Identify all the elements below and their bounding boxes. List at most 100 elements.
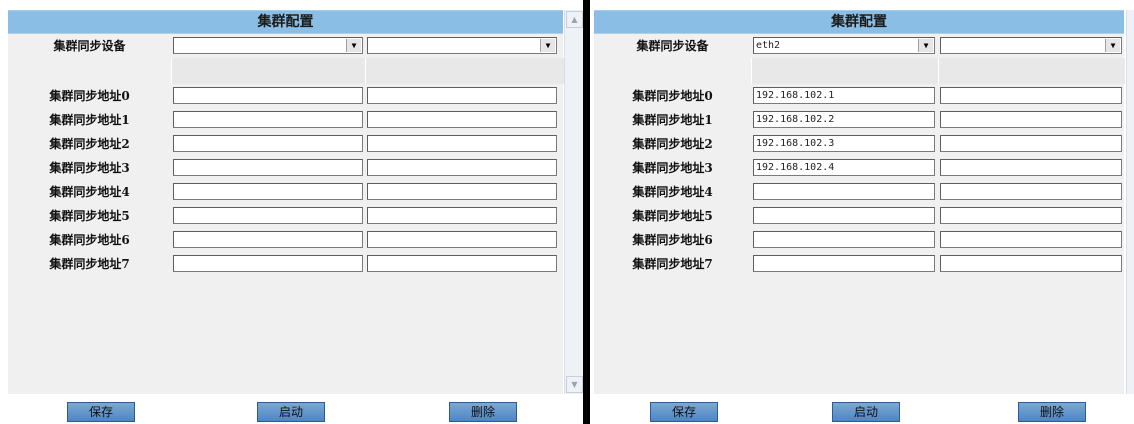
button-bar: 保存 启动 删除 <box>0 402 583 422</box>
chevron-down-icon[interactable]: ▼ <box>1105 39 1120 52</box>
sync-address-input-4-a[interactable] <box>753 183 935 200</box>
sync-address-input-0-b[interactable] <box>367 87 557 104</box>
chevron-down-icon[interactable]: ▼ <box>918 39 933 52</box>
sync-address-input-7-a[interactable] <box>173 255 363 272</box>
sync-address-input-4-b[interactable] <box>367 183 557 200</box>
sync-device-row: 集群同步设备 ▼ ▼ <box>8 34 563 58</box>
sync-address-input-1-a[interactable] <box>173 111 363 128</box>
scroll-up-icon[interactable]: ▲ <box>566 11 583 28</box>
sync-address-label: 集群同步地址0 <box>49 89 130 103</box>
sync-address-input-0-a[interactable]: 192.168.102.1 <box>753 87 935 104</box>
vertical-scrollbar[interactable]: ▲ ▼ <box>564 10 583 394</box>
sync-address-input-2-b[interactable] <box>940 135 1122 152</box>
sync-address-input-7-b[interactable] <box>367 255 557 272</box>
cluster-config-form: 集群配置 集群同步设备 eth2 ▼ ▼ 集群同步地址0 192.168.102… <box>594 10 1125 394</box>
sync-address-label: 集群同步地址3 <box>632 161 713 175</box>
sync-address-row-0: 集群同步地址0 <box>8 84 563 108</box>
button-bar: 保存 启动 删除 <box>590 402 1134 422</box>
sync-address-label: 集群同步地址5 <box>632 209 713 223</box>
sync-address-input-0-a[interactable] <box>173 87 363 104</box>
panel-title: 集群配置 <box>8 10 563 34</box>
sync-address-input-1-a[interactable]: 192.168.102.2 <box>753 111 935 128</box>
chevron-down-icon[interactable]: ▼ <box>346 39 361 52</box>
sync-address-row-1: 集群同步地址1 <box>8 108 563 132</box>
sync-address-input-1-b[interactable] <box>940 111 1122 128</box>
chevron-down-icon[interactable]: ▼ <box>540 39 555 52</box>
sync-address-input-4-a[interactable] <box>173 183 363 200</box>
sync-address-input-3-b[interactable] <box>367 159 557 176</box>
sync-address-label: 集群同步地址5 <box>49 209 130 223</box>
cluster-config-form: 集群配置 集群同步设备 ▼ ▼ 集群同步地址0 集群同步地址1 集群同步地址2 … <box>8 10 564 394</box>
sync-address-input-3-b[interactable] <box>940 159 1122 176</box>
sync-address-label: 集群同步地址2 <box>49 137 130 151</box>
save-button[interactable]: 保存 <box>67 402 135 422</box>
sync-address-row-6: 集群同步地址6 <box>8 228 563 252</box>
spacer-row <box>594 58 1125 84</box>
sync-address-input-5-b[interactable] <box>367 207 557 224</box>
sync-address-row-0: 集群同步地址0 192.168.102.1 <box>594 84 1124 108</box>
sync-address-label: 集群同步地址0 <box>632 89 713 103</box>
sync-address-input-7-a[interactable] <box>753 255 935 272</box>
sync-address-label: 集群同步地址7 <box>632 257 713 271</box>
spacer-cell <box>938 58 1125 84</box>
cluster-config-panel-left: 集群配置 集群同步设备 ▼ ▼ 集群同步地址0 集群同步地址1 集群同步地址2 … <box>0 0 583 424</box>
panel-title: 集群配置 <box>594 10 1124 34</box>
sync-address-input-5-a[interactable] <box>173 207 363 224</box>
sync-device-row: 集群同步设备 eth2 ▼ ▼ <box>594 34 1124 58</box>
spacer-cell <box>171 58 365 84</box>
sync-address-row-5: 集群同步地址5 <box>8 204 563 228</box>
sync-device-select-2[interactable]: ▼ <box>367 37 557 54</box>
sync-address-input-4-b[interactable] <box>940 183 1122 200</box>
start-button[interactable]: 启动 <box>257 402 325 422</box>
sync-address-row-3: 集群同步地址3 <box>8 156 563 180</box>
sync-device-label: 集群同步设备 <box>636 39 709 53</box>
sync-address-label: 集群同步地址6 <box>49 233 130 247</box>
start-button[interactable]: 启动 <box>832 402 900 422</box>
sync-address-input-6-b[interactable] <box>940 231 1122 248</box>
spacer-cell <box>365 58 564 84</box>
sync-address-row-1: 集群同步地址1 192.168.102.2 <box>594 108 1124 132</box>
scroll-down-icon[interactable]: ▼ <box>566 376 583 393</box>
sync-device-select-2[interactable]: ▼ <box>940 37 1122 54</box>
sync-address-input-3-a[interactable] <box>173 159 363 176</box>
sync-address-input-3-a[interactable]: 192.168.102.4 <box>753 159 935 176</box>
sync-address-row-5: 集群同步地址5 <box>594 204 1124 228</box>
sync-address-label: 集群同步地址7 <box>49 257 130 271</box>
sync-address-input-2-b[interactable] <box>367 135 557 152</box>
sync-address-row-6: 集群同步地址6 <box>594 228 1124 252</box>
sync-device-label: 集群同步设备 <box>53 39 126 53</box>
delete-button[interactable]: 删除 <box>1018 402 1086 422</box>
sync-address-row-3: 集群同步地址3 192.168.102.4 <box>594 156 1124 180</box>
save-button[interactable]: 保存 <box>650 402 718 422</box>
sync-address-label: 集群同步地址1 <box>49 113 130 127</box>
sync-address-row-2: 集群同步地址2 <box>8 132 563 156</box>
sync-device-select-1[interactable]: eth2 ▼ <box>753 37 935 54</box>
sync-address-row-2: 集群同步地址2 192.168.102.3 <box>594 132 1124 156</box>
sync-address-input-5-a[interactable] <box>753 207 935 224</box>
sync-address-row-4: 集群同步地址4 <box>594 180 1124 204</box>
vertical-scrollbar[interactable] <box>1126 10 1134 394</box>
sync-address-label: 集群同步地址3 <box>49 161 130 175</box>
selected-value: eth2 <box>756 40 781 51</box>
sync-address-label: 集群同步地址4 <box>632 185 713 199</box>
panel-divider <box>583 0 590 424</box>
spacer-row <box>8 58 564 84</box>
sync-device-select-1[interactable]: ▼ <box>173 37 363 54</box>
sync-address-input-7-b[interactable] <box>940 255 1122 272</box>
sync-address-input-2-a[interactable]: 192.168.102.3 <box>753 135 935 152</box>
sync-address-label: 集群同步地址2 <box>632 137 713 151</box>
sync-address-label: 集群同步地址6 <box>632 233 713 247</box>
delete-button[interactable]: 删除 <box>449 402 517 422</box>
sync-address-input-0-b[interactable] <box>940 87 1122 104</box>
sync-address-row-7: 集群同步地址7 <box>594 252 1124 276</box>
sync-address-row-4: 集群同步地址4 <box>8 180 563 204</box>
spacer-cell <box>751 58 938 84</box>
sync-address-input-1-b[interactable] <box>367 111 557 128</box>
sync-address-input-6-a[interactable] <box>173 231 363 248</box>
sync-address-label: 集群同步地址1 <box>632 113 713 127</box>
sync-address-row-7: 集群同步地址7 <box>8 252 563 276</box>
sync-address-input-6-b[interactable] <box>367 231 557 248</box>
sync-address-input-5-b[interactable] <box>940 207 1122 224</box>
sync-address-input-6-a[interactable] <box>753 231 935 248</box>
sync-address-input-2-a[interactable] <box>173 135 363 152</box>
